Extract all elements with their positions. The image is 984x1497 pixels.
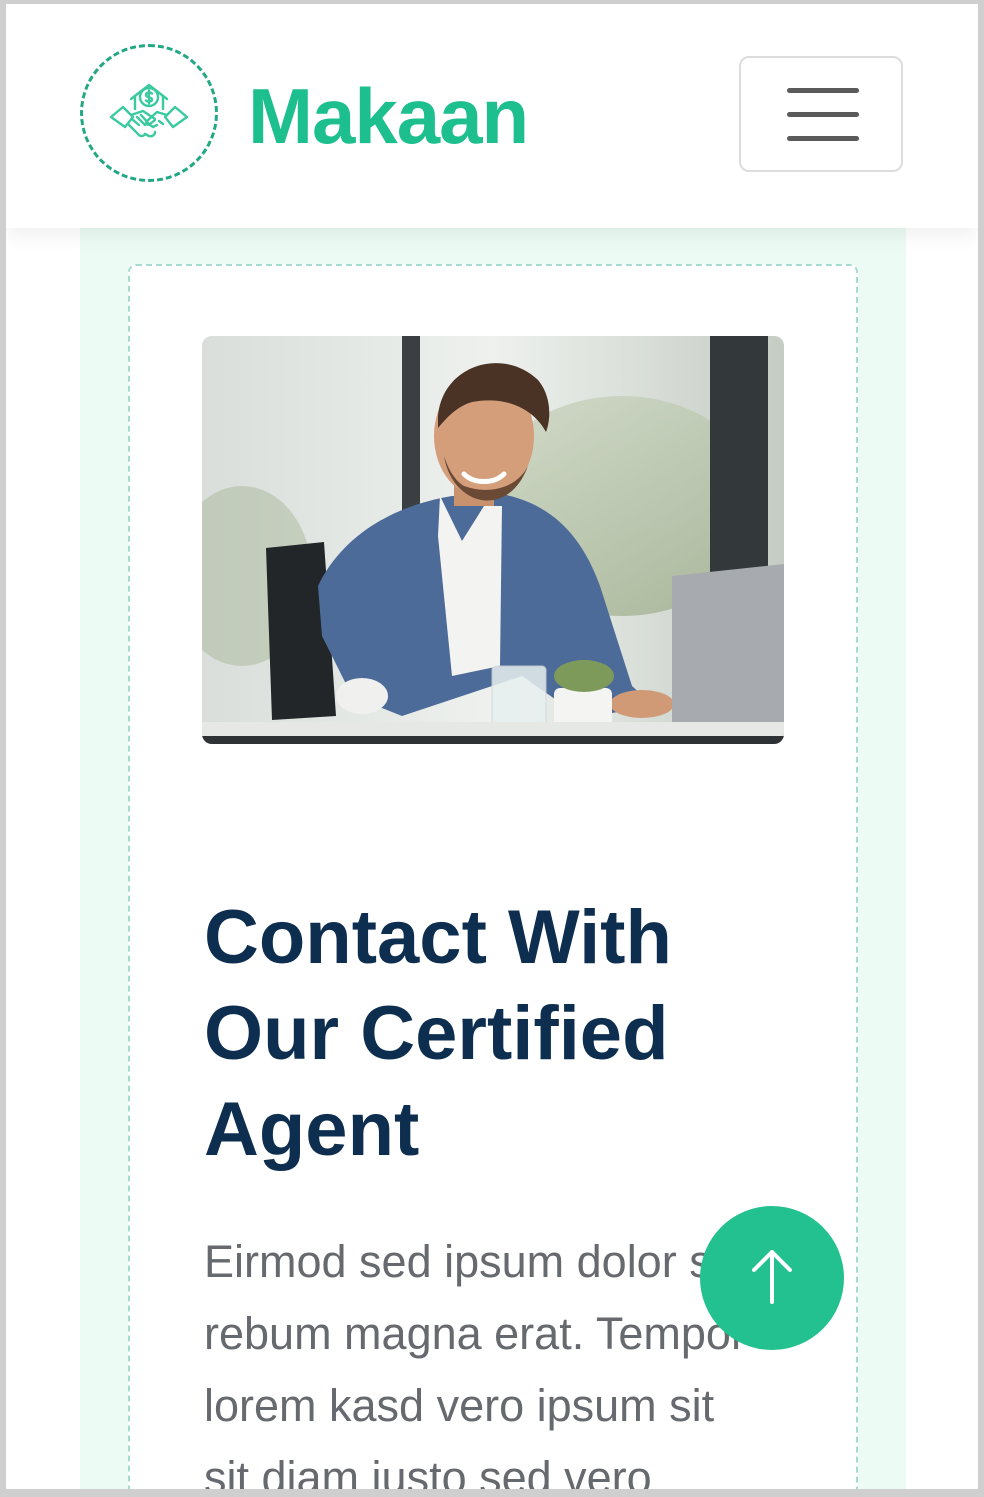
handshake-house-money-icon	[103, 65, 195, 162]
page-title: Contact With Our Certified Agent	[204, 895, 672, 1172]
brand-name[interactable]: Makaan	[248, 68, 529, 164]
agent-photo	[202, 336, 784, 744]
hero-description: Eirmod sed ipsum dolor sit rebum magna e…	[204, 1236, 746, 1496]
arrow-up-icon	[744, 1246, 800, 1311]
back-to-top-button[interactable]	[700, 1206, 844, 1350]
menu-toggle-button[interactable]	[739, 56, 903, 172]
brand-logo[interactable]	[80, 44, 218, 182]
page-frame: Makaan Contact With Our Certified Agent …	[0, 0, 984, 1497]
navbar: Makaan	[6, 4, 978, 228]
